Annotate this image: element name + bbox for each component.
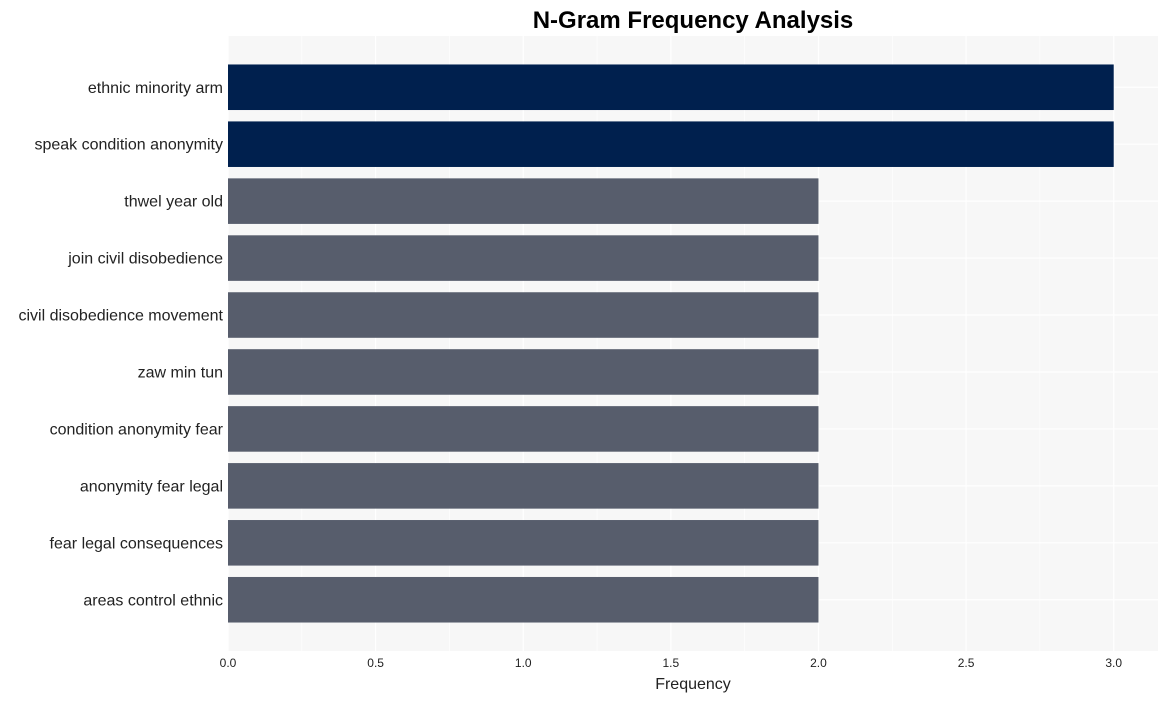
x-tick-label: 0.5 bbox=[367, 656, 384, 670]
bar bbox=[228, 349, 819, 395]
x-tick-label: 1.0 bbox=[515, 656, 532, 670]
x-axis-label: Frequency bbox=[655, 676, 731, 693]
y-tick-label: thwel year old bbox=[124, 194, 223, 211]
x-tick-label: 3.0 bbox=[1105, 656, 1122, 670]
y-tick-label: civil disobedience movement bbox=[18, 308, 223, 325]
y-tick-label: join civil disobedience bbox=[67, 251, 223, 268]
chart-title: N-Gram Frequency Analysis bbox=[533, 7, 854, 34]
ngram-bar-chart: N-Gram Frequency Analysis ethnic minorit… bbox=[18, 7, 1158, 693]
x-axis-ticks: 0.0 0.5 1.0 1.5 2.0 2.5 3.0 bbox=[220, 656, 1123, 670]
bar bbox=[228, 520, 819, 566]
x-tick-label: 1.5 bbox=[663, 656, 680, 670]
x-tick-label: 2.0 bbox=[810, 656, 827, 670]
y-tick-label: anonymity fear legal bbox=[80, 478, 223, 495]
bar bbox=[228, 576, 819, 623]
y-axis-labels: ethnic minority arm speak condition anony… bbox=[18, 80, 223, 610]
x-tick-label: 0.0 bbox=[220, 656, 237, 670]
bar bbox=[228, 64, 1114, 111]
x-tick-label: 2.5 bbox=[958, 656, 975, 670]
bar bbox=[228, 235, 819, 281]
y-tick-label: fear legal consequences bbox=[50, 535, 223, 552]
y-tick-label: speak condition anonymity bbox=[34, 137, 223, 154]
y-tick-label: condition anonymity fear bbox=[50, 421, 224, 438]
y-tick-label: ethnic minority arm bbox=[88, 80, 223, 97]
y-tick-label: zaw min tun bbox=[138, 364, 223, 381]
bar bbox=[228, 121, 1114, 167]
bar bbox=[228, 406, 819, 452]
y-tick-label: areas control ethnic bbox=[83, 592, 223, 609]
bar bbox=[228, 292, 819, 338]
bar bbox=[228, 463, 819, 509]
bar bbox=[228, 178, 819, 224]
